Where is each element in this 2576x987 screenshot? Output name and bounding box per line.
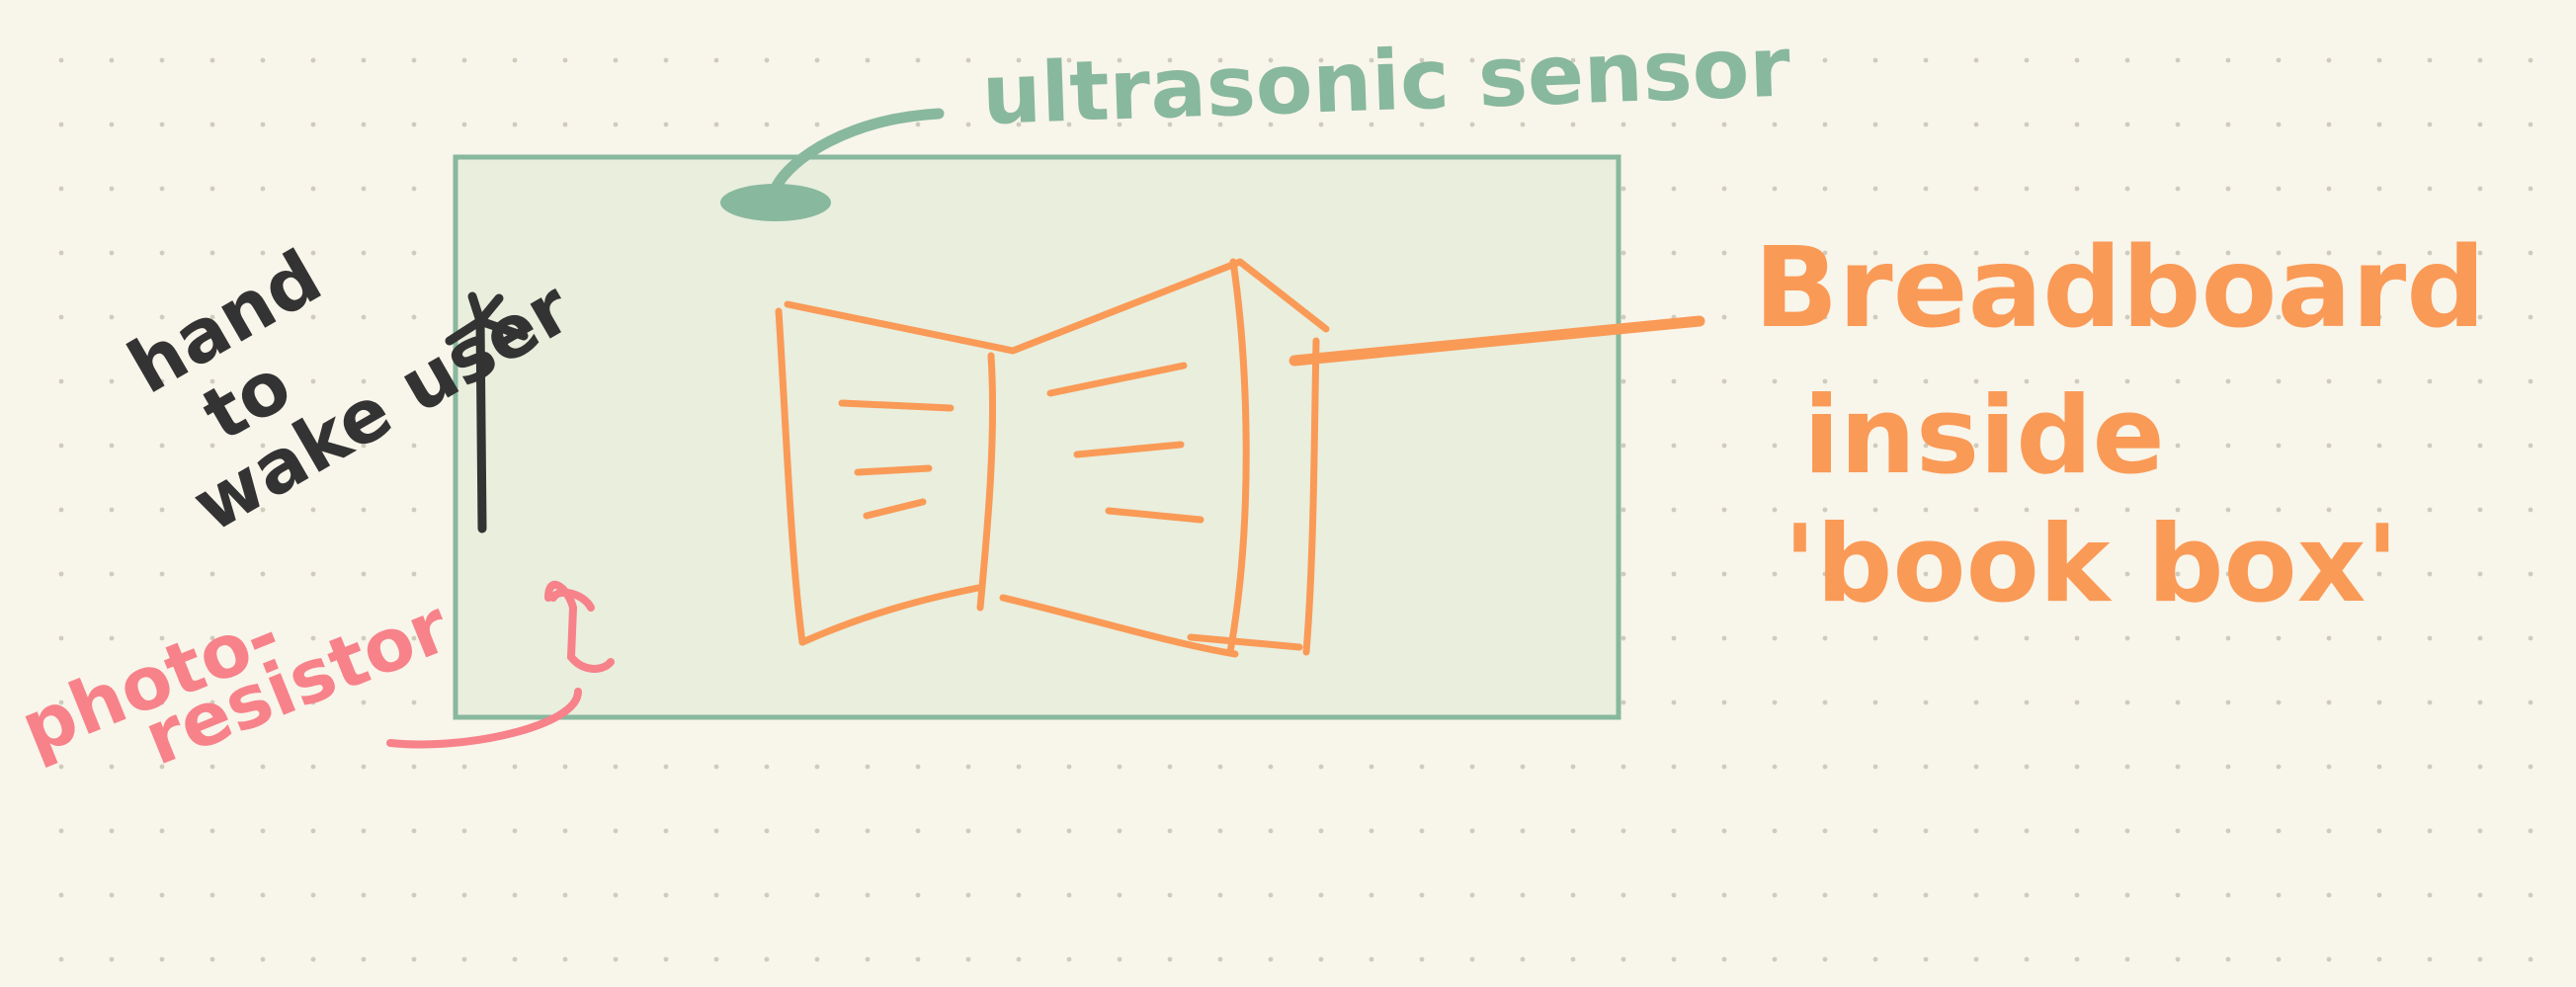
breadboard-label-line-1: Breadboard: [1754, 224, 2485, 353]
sketch-canvas: ultrasonic sensor Breadboard inside 'boo…: [0, 0, 2576, 987]
breadboard-label-line-2: inside: [1803, 374, 2165, 498]
breadboard-box: [453, 154, 1621, 720]
breadboard-label-line-3: 'book box': [1784, 503, 2398, 626]
